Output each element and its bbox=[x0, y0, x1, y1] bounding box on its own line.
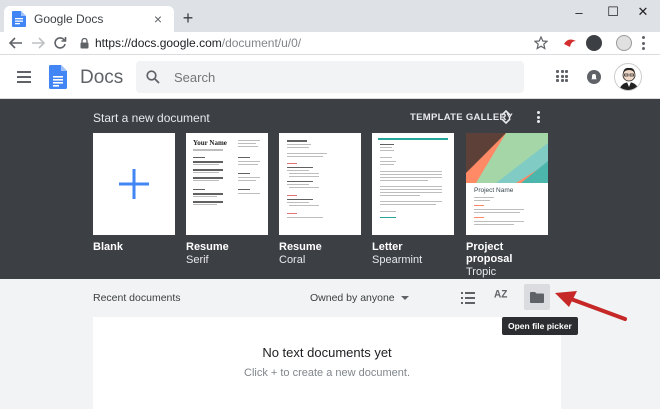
arrow-left-icon bbox=[9, 37, 22, 49]
back-button[interactable] bbox=[6, 33, 26, 53]
search-box[interactable] bbox=[136, 61, 524, 93]
template-thumbnail[interactable] bbox=[279, 133, 361, 235]
template-subtitle: Spearmint bbox=[372, 254, 423, 266]
caret-down-icon bbox=[400, 296, 409, 300]
more-options-icon[interactable] bbox=[535, 109, 541, 125]
profile-avatar-icon[interactable] bbox=[616, 35, 632, 51]
close-window-button[interactable]: ✕ bbox=[626, 0, 660, 24]
template-subtitle: Coral bbox=[279, 254, 306, 266]
open-file-picker-button[interactable] bbox=[524, 284, 550, 310]
extension-red-icon[interactable] bbox=[562, 35, 578, 51]
notifications-icon[interactable] bbox=[586, 69, 602, 85]
expand-collapse-icon[interactable] bbox=[500, 108, 512, 126]
forward-button[interactable] bbox=[28, 33, 48, 53]
empty-state-card: No text documents yet Click + to create … bbox=[93, 317, 561, 409]
reload-button[interactable] bbox=[50, 33, 70, 53]
template-name: Project proposal bbox=[466, 241, 513, 265]
template-subtitle: Tropic bbox=[466, 266, 497, 278]
search-input[interactable] bbox=[174, 69, 494, 85]
template-thumbnail[interactable] bbox=[93, 133, 175, 235]
template-name: Resume bbox=[279, 241, 322, 253]
lock-icon bbox=[80, 37, 89, 48]
template-name: Resume bbox=[186, 241, 229, 253]
owner-filter-label: Owned by anyone bbox=[310, 292, 395, 304]
main-menu-icon[interactable] bbox=[17, 71, 31, 83]
template-name: Blank bbox=[93, 241, 123, 253]
template-gallery-button[interactable]: TEMPLATE GALLERY bbox=[410, 112, 513, 123]
template-thumbnail[interactable] bbox=[372, 133, 454, 235]
app-title: Docs bbox=[80, 67, 124, 88]
docs-favicon-icon bbox=[12, 11, 26, 27]
template-name: Letter bbox=[372, 241, 403, 253]
red-arrow-annotation bbox=[555, 291, 627, 321]
user-portrait-icon bbox=[619, 67, 639, 90]
owner-filter-dropdown[interactable]: Owned by anyone bbox=[310, 292, 409, 304]
extension-k-icon[interactable] bbox=[586, 35, 602, 51]
sort-az-icon[interactable]: AZ bbox=[494, 288, 507, 300]
docs-header: Docs bbox=[0, 54, 660, 99]
template-thumbnail[interactable]: Your Name bbox=[186, 133, 268, 235]
template-resume-coral[interactable]: Resume Coral bbox=[279, 133, 361, 266]
proposal-heading: Project Name bbox=[474, 187, 514, 194]
search-icon bbox=[146, 70, 160, 84]
reload-icon bbox=[54, 37, 67, 49]
template-subtitle: Serif bbox=[186, 254, 209, 266]
maximize-button[interactable]: ☐ bbox=[596, 0, 630, 24]
template-resume-serif[interactable]: Your Name Resume Serif bbox=[186, 133, 268, 266]
google-apps-icon[interactable] bbox=[556, 70, 568, 82]
tropic-pattern-graphic bbox=[466, 133, 548, 183]
recent-documents-title: Recent documents bbox=[93, 292, 181, 304]
list-view-icon[interactable] bbox=[461, 292, 475, 304]
browser-toolbar: https://docs.google.com/document/u/0/ bbox=[0, 32, 660, 54]
template-project-proposal-tropic[interactable]: Project Name Project proposal Tropic bbox=[466, 133, 548, 278]
browser-menu-icon[interactable] bbox=[642, 36, 646, 50]
tab-close-icon[interactable]: × bbox=[150, 11, 166, 27]
template-letter-spearmint[interactable]: Letter Spearmint bbox=[372, 133, 454, 266]
empty-state-title: No text documents yet bbox=[262, 345, 392, 360]
template-gallery-section: Start a new document TEMPLATE GALLERY Bl… bbox=[0, 99, 660, 279]
folder-icon bbox=[530, 291, 544, 303]
new-tab-button[interactable]: + bbox=[178, 8, 198, 28]
arrow-right-icon bbox=[32, 37, 45, 49]
gallery-title: Start a new document bbox=[93, 111, 210, 125]
docs-logo-icon bbox=[49, 65, 67, 89]
resume-heading: Your Name bbox=[193, 139, 227, 147]
browser-tab-google-docs[interactable]: Google Docs × bbox=[4, 6, 174, 32]
bookmark-star-icon[interactable] bbox=[534, 36, 548, 50]
plus-icon bbox=[119, 169, 149, 199]
minimize-button[interactable]: – bbox=[562, 0, 596, 24]
url-text: https://docs.google.com/document/u/0/ bbox=[95, 36, 302, 50]
template-thumbnail[interactable]: Project Name bbox=[466, 133, 548, 235]
tab-title: Google Docs bbox=[34, 12, 104, 26]
address-bar[interactable]: https://docs.google.com/document/u/0/ bbox=[72, 33, 550, 53]
account-avatar[interactable] bbox=[614, 63, 642, 91]
browser-tabstrip: Google Docs × + – ☐ ✕ bbox=[0, 0, 660, 32]
template-blank[interactable]: Blank bbox=[93, 133, 175, 253]
empty-state-subtitle: Click + to create a new document. bbox=[244, 367, 410, 379]
